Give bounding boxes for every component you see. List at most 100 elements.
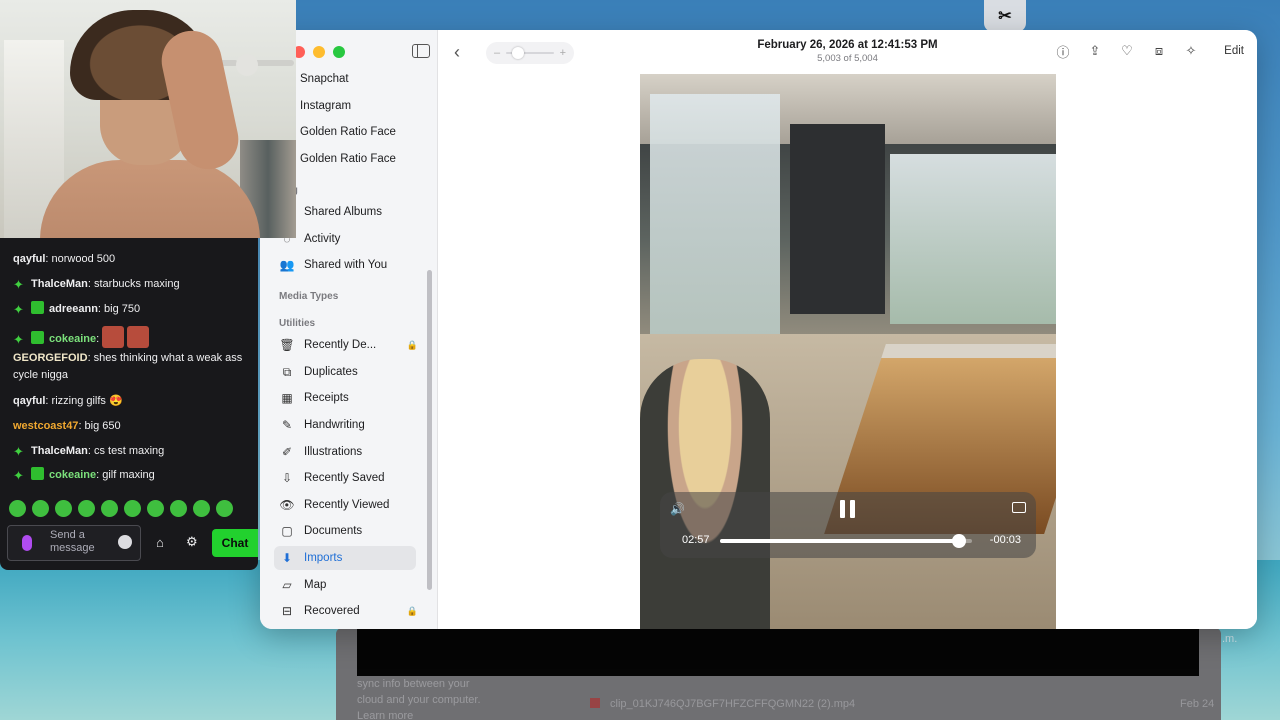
toolbar-icons: ⓘ ⇪ ♡ ⧈ ✧ bbox=[1055, 43, 1199, 60]
sidebar-item-recently-deleted[interactable]: 🗑 Recently De... 🔒 bbox=[278, 333, 418, 357]
sidebar-item-recovered[interactable]: ⊟ Recovered 🔒 bbox=[278, 599, 418, 623]
duplicates-icon: ⧉ bbox=[282, 364, 292, 379]
chat-username[interactable]: qayful bbox=[13, 395, 45, 407]
chat-username[interactable]: cokeaine bbox=[49, 333, 96, 345]
chat-username[interactable]: qayful bbox=[13, 253, 45, 265]
sidebar-item-imports[interactable]: ⬇ Imports bbox=[274, 546, 416, 570]
share-icon[interactable]: ⇪ bbox=[1087, 43, 1103, 59]
chat-username[interactable]: ThalceMan bbox=[31, 278, 88, 290]
emote-icon[interactable] bbox=[170, 500, 187, 517]
vip-badge-icon bbox=[31, 331, 44, 344]
eye-icon: 👁 bbox=[279, 498, 295, 512]
emote-icon[interactable] bbox=[193, 500, 210, 517]
chat-send-button[interactable]: Chat bbox=[212, 529, 258, 557]
emote-icon[interactable] bbox=[55, 500, 72, 517]
sidebar-item-shared-with-you[interactable]: 👥 Shared with You bbox=[278, 253, 418, 277]
sidebar-item-map[interactable]: ▱ Map bbox=[278, 573, 418, 597]
sidebar-item-recently-viewed[interactable]: 👁 Recently Viewed bbox=[278, 493, 418, 517]
magic-wand-icon[interactable]: ✧ bbox=[1183, 43, 1199, 59]
emoji-picker-icon[interactable] bbox=[118, 535, 132, 549]
background-window-text: sync info between your cloud and your co… bbox=[357, 678, 481, 720]
shared-with-you-icon: 👥 bbox=[279, 258, 295, 272]
sidebar-item-documents[interactable]: ▢ Documents bbox=[278, 519, 418, 543]
background-file-date: Feb 24 bbox=[1180, 698, 1215, 710]
chat-message: qayful: norwood 500 bbox=[13, 251, 253, 268]
volume-icon[interactable]: 🔊 bbox=[670, 502, 685, 516]
store-icon[interactable]: ⌂ bbox=[156, 535, 164, 550]
sidebar-scrollbar[interactable] bbox=[427, 270, 432, 590]
video-controls: 🔊 02:57 -00:03 bbox=[660, 492, 1036, 558]
video-scene-window bbox=[650, 94, 780, 354]
sub-badge-icon: ✦ bbox=[13, 277, 24, 292]
sidebar-toggle-icon[interactable] bbox=[412, 44, 430, 58]
sidebar-item-golden-ratio-face[interactable]: Golden Ratio Face bbox=[278, 120, 418, 144]
emote-icon[interactable] bbox=[9, 500, 26, 517]
gear-icon[interactable]: ⚙ bbox=[186, 534, 198, 550]
sub-badge-icon: ✦ bbox=[13, 332, 24, 347]
chat-emote bbox=[102, 326, 125, 348]
sidebar-item-snapchat[interactable]: Snapchat bbox=[278, 67, 418, 91]
trash-icon: 🗑 bbox=[279, 338, 295, 352]
chat-message: westcoast47: big 650 bbox=[13, 418, 253, 435]
pause-icon[interactable] bbox=[840, 500, 856, 518]
sidebar-item-instagram[interactable]: Instagram bbox=[278, 94, 418, 118]
chat-message: GEORGEFOID: shes thinking what a weak as… bbox=[13, 350, 253, 384]
window-controls bbox=[293, 46, 345, 58]
sidebar-item-illustrations[interactable]: ✐ Illustrations bbox=[278, 440, 418, 464]
sidebar-item-recently-saved[interactable]: ⇩ Recently Saved bbox=[278, 466, 418, 490]
emote-icon[interactable] bbox=[124, 500, 141, 517]
emote-icon[interactable] bbox=[147, 500, 164, 517]
emote-icon[interactable] bbox=[32, 500, 49, 517]
sidebar-item-duplicates[interactable]: ⧉ Duplicates bbox=[278, 360, 418, 384]
sidebar-item-receipts[interactable]: ▦ Receipts bbox=[278, 386, 418, 410]
emote-icon[interactable] bbox=[216, 500, 233, 517]
chat-separator: : bbox=[96, 333, 100, 345]
zoom-window-button[interactable] bbox=[333, 46, 345, 58]
info-icon[interactable]: ⓘ bbox=[1055, 43, 1071, 60]
handwriting-icon: ✎ bbox=[281, 418, 293, 432]
utilities-header[interactable]: Utilities bbox=[279, 318, 315, 329]
toolbar: ‹ – + February 26, 2026 at 12:41:53 PM 5,… bbox=[438, 30, 1257, 74]
heart-icon[interactable]: ♡ bbox=[1119, 43, 1135, 59]
sidebar-item-activity[interactable]: ◌ Activity bbox=[278, 227, 418, 251]
chat-message: qayful: rizzing gilfs 😍 bbox=[13, 393, 253, 410]
remaining-time: -00:03 bbox=[989, 534, 1021, 546]
chat-message-input[interactable]: Send a message bbox=[7, 525, 141, 561]
sub-badge-icon: ✦ bbox=[13, 302, 24, 317]
chat-text: gilf maxing bbox=[99, 469, 155, 481]
video-progress-fill bbox=[720, 539, 960, 543]
media-types-header[interactable]: Media Types bbox=[279, 291, 338, 302]
background-file-row[interactable]: clip_01KJ746QJ7BGF7HFZCFFQGMN22 (2).mp4 bbox=[590, 698, 855, 710]
chat-username[interactable]: cokeaine bbox=[49, 469, 96, 481]
capcut-icon[interactable]: ✂ bbox=[984, 0, 1026, 32]
chat-username[interactable]: westcoast47 bbox=[13, 420, 78, 432]
photos-window: Snapchat Instagram Golden Ratio Face Gol… bbox=[260, 30, 1257, 629]
chat-text: starbucks maxing bbox=[90, 278, 180, 290]
sidebar-item-golden-ratio-face-2[interactable]: Golden Ratio Face bbox=[278, 147, 418, 171]
video-scrubber-knob[interactable] bbox=[952, 534, 967, 548]
minimize-window-button[interactable] bbox=[313, 46, 325, 58]
video-player[interactable]: 🔊 02:57 -00:03 bbox=[640, 74, 1056, 629]
emote-icon[interactable] bbox=[78, 500, 95, 517]
chat-username[interactable]: GEORGEFOID bbox=[13, 352, 88, 364]
chat-username[interactable]: adreeann bbox=[49, 303, 98, 315]
illustrations-icon: ✐ bbox=[281, 445, 293, 459]
video-scene-wall bbox=[790, 124, 885, 314]
rotate-icon[interactable]: ⧈ bbox=[1151, 43, 1167, 59]
media-viewer: 🔊 02:57 -00:03 bbox=[438, 74, 1257, 629]
microphone-icon[interactable] bbox=[22, 535, 32, 551]
background-text-right: .m. bbox=[1222, 633, 1238, 645]
chat-message: ✦ cokeaine: gilf maxing bbox=[13, 467, 253, 484]
sidebar-item-handwriting[interactable]: ✎ Handwriting bbox=[278, 413, 418, 437]
chat-username[interactable]: ThalceMan bbox=[31, 445, 88, 457]
picture-in-picture-icon[interactable] bbox=[1012, 502, 1026, 513]
video-scrubber[interactable] bbox=[720, 534, 972, 548]
emote-icon[interactable] bbox=[101, 500, 118, 517]
elapsed-time: 02:57 bbox=[682, 534, 710, 546]
sidebar-item-shared-albums[interactable]: ▤Shared Albums bbox=[278, 200, 418, 224]
edit-button[interactable]: Edit bbox=[1224, 45, 1244, 57]
stream-chat: qayful: norwood 500 ✦ ThalceMan: starbucks… bbox=[0, 238, 258, 570]
background-window-video bbox=[357, 628, 1199, 676]
chat-message: ✦ ThalceMan: cs test maxing bbox=[13, 443, 253, 460]
video-file-icon bbox=[590, 698, 600, 708]
